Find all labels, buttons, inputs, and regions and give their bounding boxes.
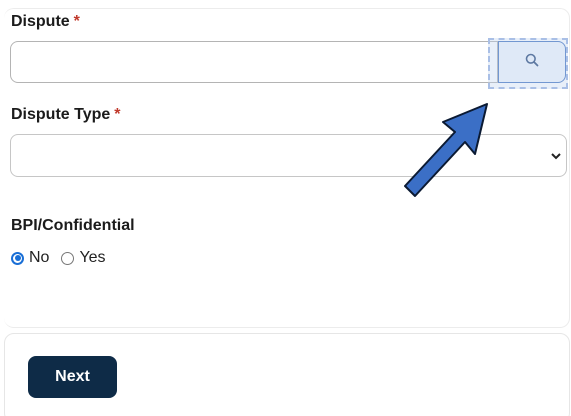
bpi-radio-yes-label[interactable]: Yes xyxy=(79,249,105,267)
dispute-input[interactable] xyxy=(10,41,498,83)
bpi-confidential-label-text: BPI/Confidential xyxy=(11,217,135,234)
required-marker: * xyxy=(73,13,80,30)
dispute-form-page: Dispute * Dispute Type * BPI/Confidentia… xyxy=(0,0,571,416)
bpi-radio-no[interactable] xyxy=(11,251,24,265)
bpi-confidential-label: BPI/Confidential xyxy=(11,217,135,235)
chevron-down-icon xyxy=(550,149,562,167)
next-button[interactable]: Next xyxy=(28,356,117,398)
dispute-label: Dispute * xyxy=(11,13,80,31)
dispute-label-text: Dispute xyxy=(11,13,70,30)
search-icon xyxy=(525,53,539,72)
required-marker: * xyxy=(114,106,121,123)
dispute-input-group xyxy=(10,41,567,83)
bpi-radio-group: No Yes xyxy=(11,248,118,268)
bpi-radio-yes[interactable] xyxy=(61,251,75,265)
dispute-type-label-text: Dispute Type xyxy=(11,106,111,123)
arrow-pointer-icon xyxy=(404,103,488,197)
bpi-radio-no-label[interactable]: No xyxy=(29,249,49,267)
dispute-type-label: Dispute Type * xyxy=(11,106,121,124)
dispute-search-button[interactable] xyxy=(498,41,566,83)
